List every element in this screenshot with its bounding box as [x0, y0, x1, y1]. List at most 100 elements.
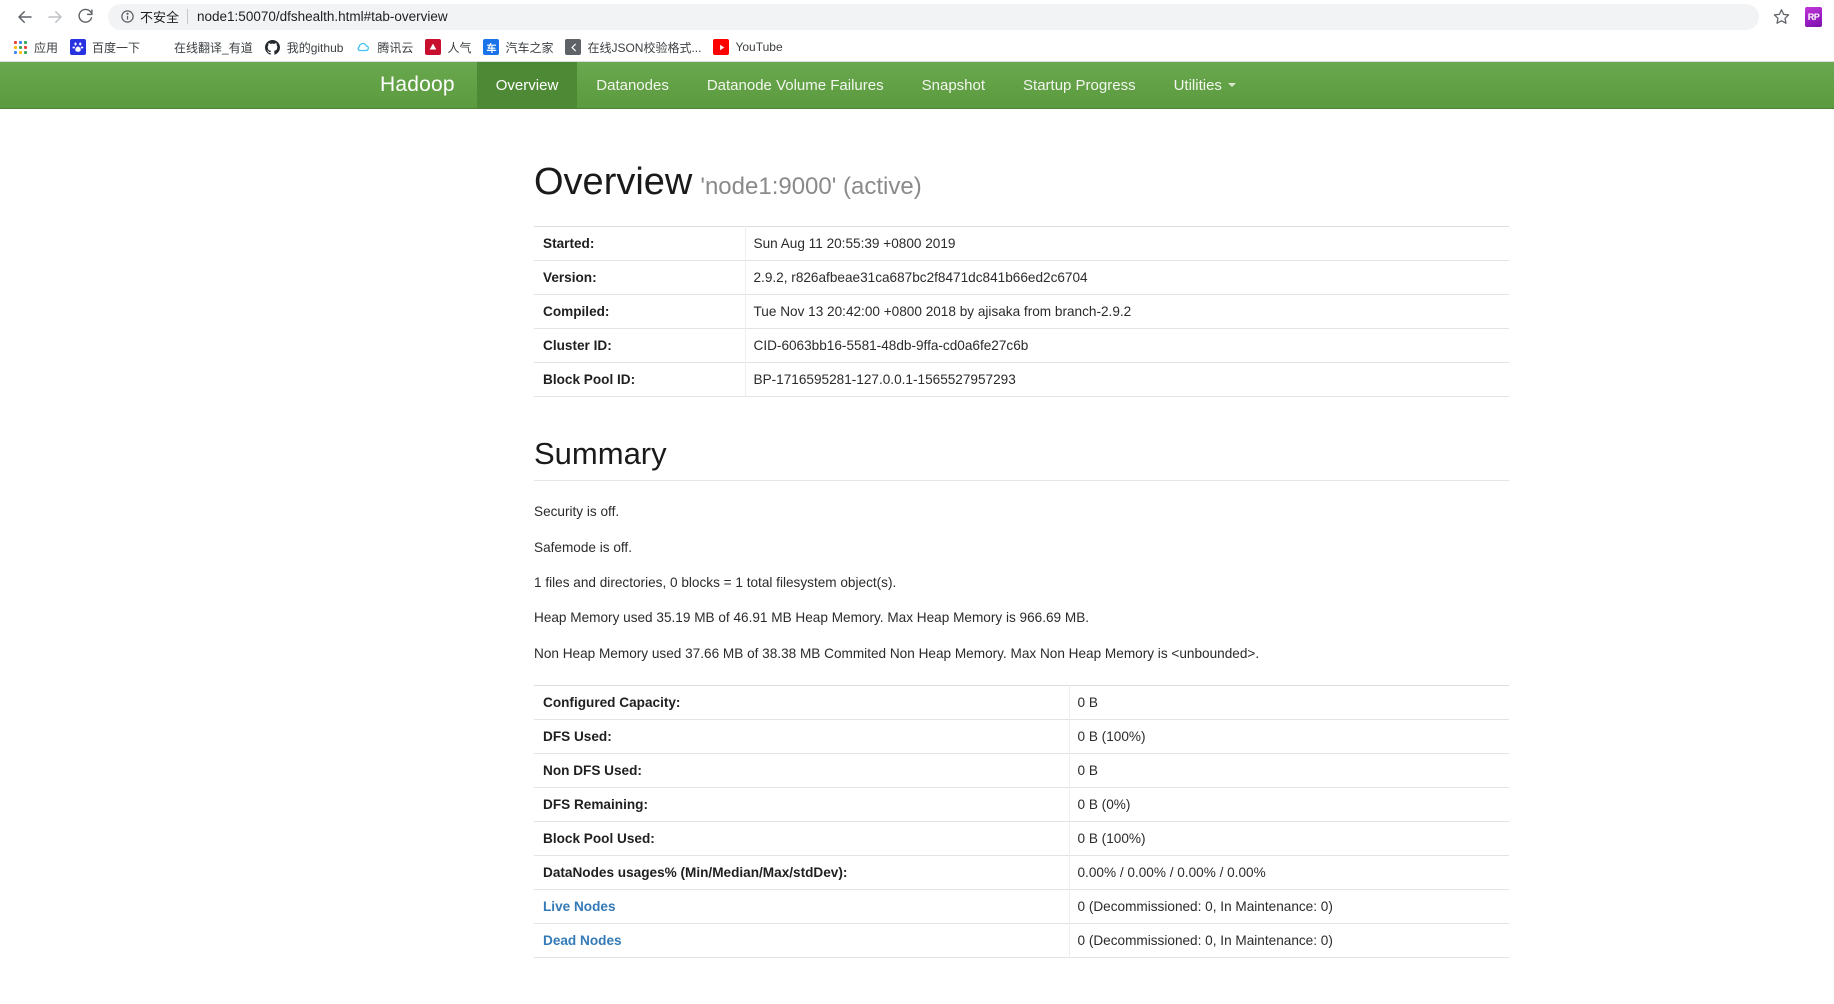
table-row: Live Nodes 0 (Decommissioned: 0, In Main…: [534, 889, 1509, 924]
bookmark-baidu[interactable]: 百度一下: [66, 36, 148, 58]
page-title-subtitle: 'node1:9000' (active): [700, 173, 922, 200]
row-value: 0.00% / 0.00% / 0.00% / 0.00%: [1077, 865, 1266, 881]
tab-label: Startup Progress: [1023, 76, 1136, 94]
summary-note: 1 files and directories, 0 blocks = 1 to…: [534, 575, 897, 591]
summary-note: Safemode is off.: [534, 539, 632, 555]
bookmark-youdao[interactable]: Y 在线翻译_有道: [148, 36, 261, 58]
row-label: Cluster ID:: [534, 328, 746, 363]
autohome-icon: 车: [483, 39, 500, 55]
row-label: Block Pool Used:: [534, 821, 1070, 856]
row-label: DataNodes usages% (Min/Median/Max/stdDev…: [534, 855, 1070, 890]
bookmark-youtube[interactable]: YouTube: [709, 36, 790, 58]
browser-toolbar: 不安全 node1:50070/dfshealth.html#tab-overv…: [0, 0, 1834, 33]
tab-snapshot[interactable]: Snapshot: [903, 62, 1004, 108]
bookmark-label: 人气: [447, 40, 472, 55]
page-title-text: Overview: [534, 161, 693, 203]
row-value: 0 (Decommissioned: 0, In Maintenance: 0): [1077, 899, 1333, 915]
row-value: CID-6063bb16-5581-48db-9ffa-cd0a6fe27c6b: [753, 337, 1029, 353]
tab-overview[interactable]: Overview: [476, 62, 578, 108]
bookmark-label: 汽车之家: [505, 40, 554, 55]
row-label: DFS Remaining:: [534, 787, 1070, 822]
tab-datanodes[interactable]: Datanodes: [577, 62, 688, 108]
url-text: node1:50070/dfshealth.html#tab-overview: [197, 9, 448, 24]
address-bar[interactable]: 不安全 node1:50070/dfshealth.html#tab-overv…: [108, 3, 1759, 30]
summary-table: Configured Capacity: 0 B DFS Used: 0 B (…: [534, 685, 1509, 958]
row-value: BP-1716595281-127.0.0.1-1565527957293: [753, 371, 1016, 387]
omnibox-divider: [187, 9, 189, 24]
row-label: Configured Capacity:: [534, 685, 1070, 720]
main-navbar: Hadoop Overview Datanodes Datanode Volum…: [0, 62, 1834, 109]
bookmark-label: 我的github: [286, 40, 344, 55]
tab-startup-progress[interactable]: Startup Progress: [1004, 62, 1155, 108]
summary-note: Heap Memory used 35.19 MB of 46.91 MB He…: [534, 610, 1090, 626]
bookmark-label: 应用: [34, 40, 59, 55]
info-circle-icon[interactable]: [120, 9, 135, 24]
back-arrow-icon[interactable]: [10, 2, 40, 32]
forward-arrow-icon[interactable]: [40, 2, 70, 32]
row-label: DFS Used:: [534, 719, 1070, 754]
row-value: 0 B: [1077, 695, 1098, 711]
bookmark-json-format[interactable]: 在线JSON校验格式...: [561, 36, 709, 58]
bookmark-renqi[interactable]: 人气: [421, 36, 479, 58]
reload-icon[interactable]: [70, 2, 100, 32]
hadoop-dfshealth-page: Hadoop Overview Datanodes Datanode Volum…: [0, 62, 1834, 1004]
tab-utilities[interactable]: Utilities: [1155, 62, 1255, 108]
table-row: Version: 2.9.2, r826afbeae31ca687bc2f847…: [534, 260, 1509, 295]
overview-table: Started: Sun Aug 11 20:55:39 +0800 2019 …: [534, 226, 1509, 397]
security-status-label: 不安全: [140, 10, 180, 25]
page-content: Overview 'node1:9000' (active) Started: S…: [152, 161, 1682, 958]
extension-icon[interactable]: RP: [1805, 6, 1822, 27]
table-row: DFS Remaining: 0 B (0%): [534, 787, 1509, 822]
row-label: Non DFS Used:: [534, 753, 1070, 788]
chevron-down-icon: [1227, 83, 1236, 87]
renqi-icon: [425, 39, 442, 55]
bookmark-github[interactable]: 我的github: [261, 36, 352, 58]
row-value: 0 B (100%): [1077, 729, 1146, 745]
row-value: 0 B (0%): [1077, 797, 1131, 813]
table-row: Non DFS Used: 0 B: [534, 753, 1509, 788]
tab-label: Datanode Volume Failures: [706, 76, 884, 94]
row-label: Started:: [534, 226, 746, 261]
github-icon: [264, 39, 281, 55]
row-value: 0 B (100%): [1077, 831, 1146, 847]
table-row: Cluster ID: CID-6063bb16-5581-48db-9ffa-…: [534, 328, 1509, 363]
youdao-icon: Y: [152, 39, 169, 55]
bookmark-tencent-cloud[interactable]: 腾讯云: [351, 36, 421, 58]
bookmark-apps[interactable]: 应用: [8, 36, 66, 58]
bookmark-autohome[interactable]: 车 汽车之家: [479, 36, 561, 58]
bookmark-label: 腾讯云: [377, 40, 414, 55]
live-nodes-link[interactable]: Live Nodes: [543, 899, 616, 914]
dead-nodes-link[interactable]: Dead Nodes: [543, 933, 622, 948]
row-value: Tue Nov 13 20:42:00 +0800 2018 by ajisak…: [753, 303, 1132, 319]
bookmarks-bar: 应用 百度一下 Y 在线翻译_有道 我的github 腾讯云 人气 车 汽车之家…: [0, 33, 1834, 61]
browser-chrome: 不安全 node1:50070/dfshealth.html#tab-overv…: [0, 0, 1834, 62]
table-row: DFS Used: 0 B (100%): [534, 719, 1509, 754]
row-label: Live Nodes: [534, 889, 1070, 924]
summary-note: Security is off.: [534, 504, 620, 520]
tab-label: Overview: [495, 76, 559, 94]
bookmark-label: YouTube: [735, 40, 783, 54]
row-value: Sun Aug 11 20:55:39 +0800 2019: [753, 235, 956, 251]
table-row: Block Pool ID: BP-1716595281-127.0.0.1-1…: [534, 362, 1509, 397]
bookmark-label: 在线翻译_有道: [174, 40, 253, 55]
table-row: Block Pool Used: 0 B (100%): [534, 821, 1509, 856]
bookmark-label: 百度一下: [92, 40, 141, 55]
tab-label: Datanodes: [596, 76, 669, 94]
tab-label: Snapshot: [921, 76, 986, 94]
table-row: Compiled: Tue Nov 13 20:42:00 +0800 2018…: [534, 294, 1509, 329]
hadoop-brand[interactable]: Hadoop: [380, 62, 477, 108]
youtube-icon: [713, 39, 730, 55]
json-format-icon: [565, 39, 582, 55]
summary-divider: [534, 480, 1509, 482]
tab-datanode-volume-failures[interactable]: Datanode Volume Failures: [688, 62, 903, 108]
table-row: Configured Capacity: 0 B: [534, 685, 1509, 720]
table-row: Started: Sun Aug 11 20:55:39 +0800 2019: [534, 226, 1509, 261]
table-row: Dead Nodes 0 (Decommissioned: 0, In Main…: [534, 923, 1509, 958]
tab-label: Utilities: [1173, 76, 1222, 94]
table-row: DataNodes usages% (Min/Median/Max/stdDev…: [534, 855, 1509, 890]
row-label: Block Pool ID:: [534, 362, 746, 397]
baidu-icon: [70, 39, 87, 55]
summary-title: Summary: [534, 435, 667, 471]
apps-grid-icon: [12, 39, 28, 55]
star-icon[interactable]: [1767, 3, 1795, 31]
